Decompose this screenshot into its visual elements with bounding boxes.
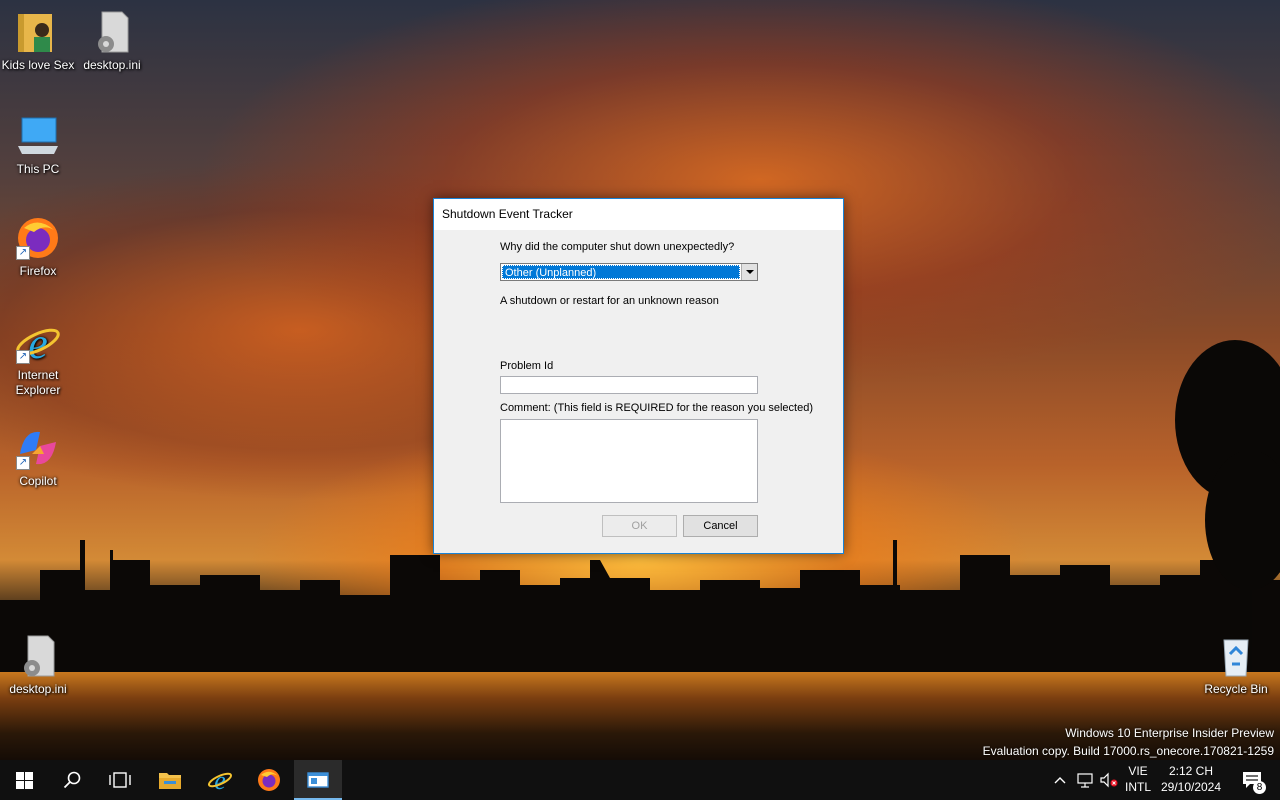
folder-user-icon	[14, 8, 62, 56]
desktop-icon-internet-explorer[interactable]: e ↗ Internet Explorer	[0, 318, 76, 398]
copilot-icon: ↗	[14, 424, 62, 472]
desktop-icon-label: desktop.ini	[83, 58, 141, 72]
computer-icon	[14, 112, 62, 160]
shutdown-event-tracker-dialog: Shutdown Event Tracker Why did the compu…	[433, 198, 844, 554]
shutdown-reason-selected: Other (Unplanned)	[502, 265, 740, 279]
task-view-icon	[109, 772, 131, 788]
firefox-icon	[258, 769, 280, 791]
keyboard-layout: INTL	[1124, 780, 1151, 794]
internet-explorer-icon: e	[207, 767, 233, 793]
watermark-build: Evaluation copy. Build 17000.rs_onecore.…	[982, 744, 1274, 758]
firefox-icon: ↗	[14, 214, 62, 262]
task-view-button[interactable]	[96, 760, 144, 800]
tree-silhouette	[1175, 340, 1280, 670]
comment-textarea[interactable]	[500, 419, 758, 503]
cancel-button[interactable]: Cancel	[683, 515, 758, 537]
desktop-icon-label: Internet Explorer	[15, 368, 61, 397]
volume-muted-icon	[1100, 772, 1118, 788]
search-button[interactable]	[48, 760, 96, 800]
shortcut-arrow-icon: ↗	[16, 246, 30, 260]
desktop-icon-recycle-bin[interactable]: Recycle Bin	[1198, 632, 1274, 697]
desktop: Kids love Sex desktop.ini This PC ↗ Fire…	[0, 0, 1280, 800]
shortcut-arrow-icon: ↗	[16, 350, 30, 364]
desktop-icon-desktop-ini-top[interactable]: desktop.ini	[74, 8, 150, 73]
desktop-icon-firefox[interactable]: ↗ Firefox	[0, 214, 76, 279]
shutdown-question-label: Why did the computer shut down unexpecte…	[500, 241, 735, 253]
internet-explorer-icon: e ↗	[14, 318, 62, 368]
clock-date: 29/10/2024	[1160, 780, 1222, 794]
network-button[interactable]	[1073, 760, 1097, 800]
svg-text:e: e	[28, 319, 48, 366]
notification-count-badge: 8	[1253, 781, 1266, 794]
desktop-icon-label: Copilot	[19, 474, 57, 488]
active-window-taskbar-button[interactable]	[294, 760, 342, 800]
ok-button[interactable]: OK	[602, 515, 677, 537]
taskbar: e VIE INTL 2:12 CH 29/10/2024 8	[0, 760, 1280, 800]
show-hidden-icons-button[interactable]	[1048, 760, 1072, 800]
problem-id-input[interactable]	[500, 376, 758, 394]
problem-id-label: Problem Id	[500, 360, 554, 372]
clock-button[interactable]: 2:12 CH 29/10/2024	[1158, 764, 1224, 794]
watermark-edition: Windows 10 Enterprise Insider Preview	[1065, 726, 1274, 740]
recycle-bin-icon	[1212, 632, 1260, 680]
volume-button[interactable]	[1097, 760, 1121, 800]
desktop-icon-label: Firefox	[19, 264, 57, 278]
internet-explorer-taskbar-button[interactable]: e	[196, 760, 244, 800]
file-explorer-taskbar-button[interactable]	[146, 760, 194, 800]
chevron-up-icon	[1054, 777, 1066, 784]
start-button[interactable]	[0, 760, 48, 800]
folder-icon	[159, 773, 181, 789]
desktop-icon-label: desktop.ini	[9, 682, 67, 696]
action-center-button[interactable]: 8	[1232, 760, 1272, 800]
city-skyline	[0, 540, 1280, 680]
windows-start-icon	[15, 771, 33, 789]
firefox-taskbar-button[interactable]	[245, 760, 293, 800]
desktop-icon-this-pc[interactable]: This PC	[0, 112, 76, 177]
language-code: VIE	[1128, 764, 1148, 778]
desktop-icon-label: Kids love Sex	[1, 58, 75, 72]
desktop-icon-label: Recycle Bin	[1204, 682, 1268, 696]
shutdown-reason-dropdown[interactable]: Other (Unplanned)	[500, 263, 758, 281]
window-icon	[307, 772, 329, 788]
desktop-icon-kids-love-sex[interactable]: Kids love Sex	[0, 8, 76, 73]
shortcut-arrow-icon: ↗	[16, 456, 30, 470]
network-icon	[1077, 773, 1093, 788]
comment-label: Comment: (This field is REQUIRED for the…	[500, 402, 814, 414]
reason-description: A shutdown or restart for an unknown rea…	[500, 295, 719, 307]
input-language-button[interactable]: VIE INTL	[1124, 764, 1152, 794]
dialog-title[interactable]: Shutdown Event Tracker	[434, 199, 843, 230]
desktop-icon-copilot[interactable]: ↗ Copilot	[0, 424, 76, 489]
clock-time: 2:12 CH	[1168, 764, 1214, 778]
desktop-icon-label: This PC	[16, 162, 60, 176]
svg-text:e: e	[214, 767, 226, 793]
desktop-icon-desktop-ini-bottom[interactable]: desktop.ini	[0, 632, 76, 697]
search-icon	[63, 771, 81, 789]
settings-file-icon	[88, 8, 136, 56]
settings-file-icon	[14, 632, 62, 680]
chevron-down-icon[interactable]	[741, 264, 757, 280]
